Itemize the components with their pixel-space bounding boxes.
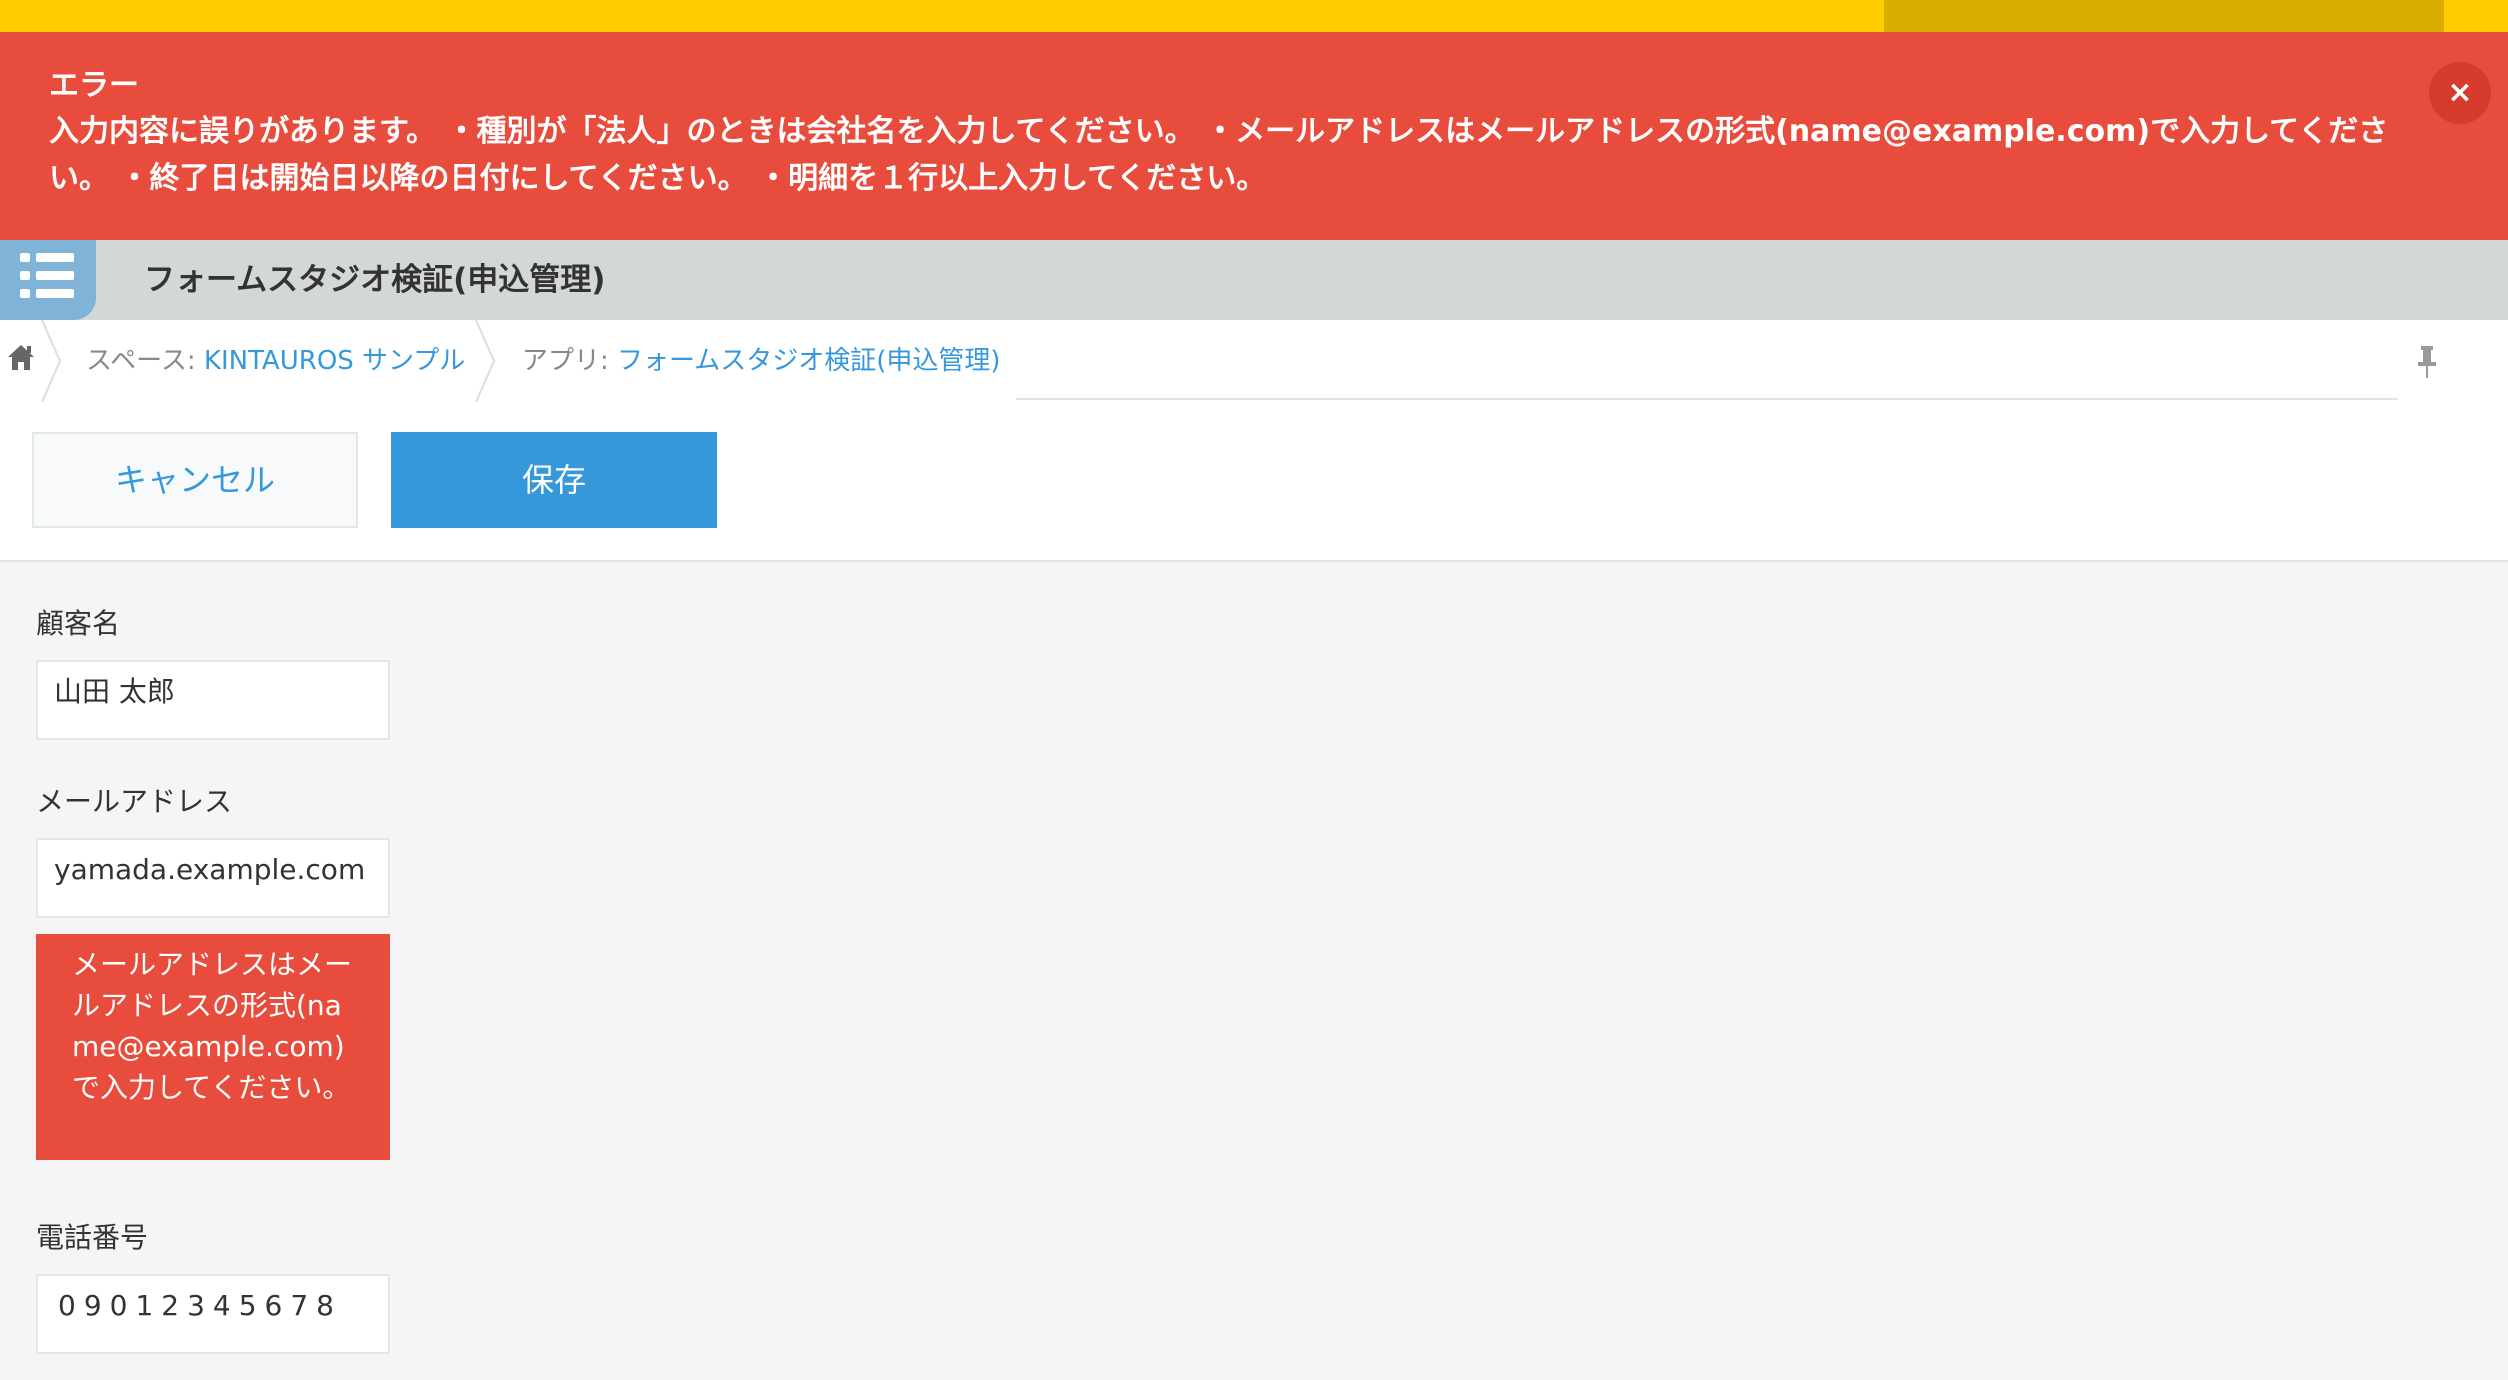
record-edit-screen: エラー 入力内容に誤りがあります。 ・種別が「法人」のときは会社名を入力してくだ… — [0, 0, 2508, 1380]
breadcrumb-space-link[interactable]: KINTAUROS サンプル — [204, 346, 465, 376]
email-input[interactable]: yamada.example.com — [36, 838, 390, 918]
top-strip-highlight — [1884, 0, 2444, 32]
app-title: フォームスタジオ検証(申込管理) — [144, 262, 606, 298]
breadcrumb-app[interactable]: アプリ: フォームスタジオ検証(申込管理) — [522, 320, 1001, 402]
email-error-message: メールアドレスはメールアドレスの形式(name@example.com)で入力し… — [36, 934, 390, 1160]
breadcrumb-underline — [1016, 398, 2398, 400]
breadcrumb: スペース: KINTAUROS サンプル アプリ: フォームスタジオ検証(申込管… — [0, 320, 2508, 402]
breadcrumb-space-prefix: スペース: — [86, 346, 204, 376]
close-icon[interactable]: × — [2429, 62, 2491, 124]
error-title: エラー — [49, 68, 139, 103]
save-button[interactable]: 保存 — [391, 432, 717, 528]
breadcrumb-app-prefix: アプリ: — [522, 346, 618, 376]
app-header: フォームスタジオ検証(申込管理) — [0, 240, 2508, 320]
pin-icon[interactable] — [2414, 344, 2440, 380]
customer-name-label: 顧客名 — [36, 607, 121, 640]
email-label: メールアドレス — [36, 785, 233, 818]
error-banner: エラー 入力内容に誤りがあります。 ・種別が「法人」のときは会社名を入力してくだ… — [0, 32, 2508, 240]
home-icon[interactable] — [6, 342, 36, 372]
phone-input[interactable]: 09012345678 — [36, 1274, 390, 1354]
error-message: 入力内容に誤りがあります。 ・種別が「法人」のときは会社名を入力してください。 … — [49, 114, 2389, 196]
breadcrumb-app-link[interactable]: フォームスタジオ検証(申込管理) — [617, 346, 1001, 376]
breadcrumb-separator — [475, 320, 496, 402]
app-list-icon[interactable] — [0, 240, 96, 320]
breadcrumb-separator — [41, 320, 62, 402]
customer-name-input[interactable]: 山田 太郎 — [36, 660, 390, 740]
toolbar: キャンセル 保存 — [0, 402, 2508, 562]
cancel-button[interactable]: キャンセル — [32, 432, 358, 528]
breadcrumb-space[interactable]: スペース: KINTAUROS サンプル — [86, 320, 465, 402]
phone-label: 電話番号 — [36, 1221, 149, 1254]
